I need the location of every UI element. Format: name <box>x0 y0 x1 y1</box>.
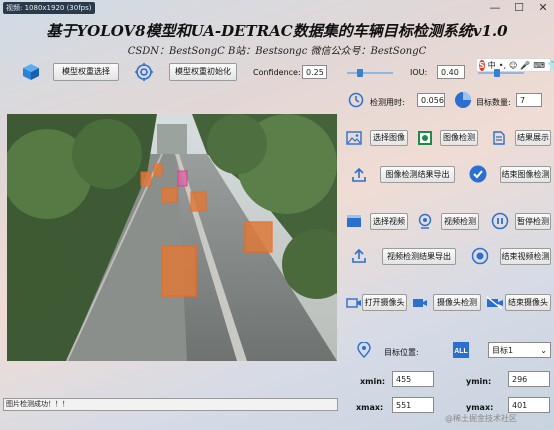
window-header: 视频: 1080x1920 (30fps) — ☐ ✕ <box>0 0 554 16</box>
count-label: 目标数量: <box>476 98 511 107</box>
camera-detect-button[interactable]: 摄像头检测 <box>433 294 481 311</box>
iou-label: IOU: <box>410 68 428 77</box>
ymin-value: 296 <box>508 371 550 387</box>
model-select-button[interactable]: 模型权重选择 <box>53 63 119 81</box>
detection-box <box>244 221 273 253</box>
confidence-slider[interactable] <box>347 69 393 77</box>
pie-chart-icon <box>453 90 473 110</box>
ime-mic-icon[interactable]: 🎤 <box>520 61 530 70</box>
iou-spinbox[interactable]: 0.40 <box>437 65 465 79</box>
ymax-label: ymax: <box>466 403 494 412</box>
check-circle-icon <box>468 164 488 184</box>
chevron-down-icon: ⌄ <box>540 345 547 355</box>
video-file-icon <box>345 213 363 229</box>
svg-text:ALL: ALL <box>454 348 468 355</box>
xmax-value: 551 <box>392 397 434 413</box>
window-controls: — ☐ ✕ <box>488 2 550 14</box>
cube-icon <box>20 61 42 83</box>
close-button[interactable]: ✕ <box>536 2 550 14</box>
pause-icon <box>490 211 510 231</box>
ime-emoji-icon[interactable]: ☺ <box>509 61 517 70</box>
time-value: 0.056 <box>417 93 445 107</box>
ymin-label: ymin: <box>466 377 492 386</box>
count-value: 7 <box>516 93 542 107</box>
settings-icon <box>133 61 155 83</box>
export-icon <box>350 166 368 184</box>
xmin-value: 455 <box>392 371 434 387</box>
ime-punct-icon[interactable]: •, <box>499 61 506 70</box>
stop-video-detect-button[interactable]: 结束视频检测 <box>500 248 551 265</box>
stop-camera-button[interactable]: 结束摄像头 <box>505 294 551 311</box>
app-title: 基于YOLOV8模型和UA-DETRAC数据集的车辆目标检测系统v1.0 <box>46 22 508 40</box>
detection-box <box>190 191 207 212</box>
ime-skin-icon[interactable]: 👕 <box>548 61 554 70</box>
target-select[interactable]: 目标1 ⌄ <box>488 342 551 358</box>
watermark: @稀土掘金技术社区 <box>445 414 517 423</box>
results-icon <box>490 129 508 147</box>
maximize-button[interactable]: ☐ <box>512 2 526 14</box>
location-pin-icon <box>356 341 372 359</box>
clock-icon <box>347 91 365 109</box>
select-image-button[interactable]: 选择图像 <box>370 130 408 146</box>
confidence-slider-handle[interactable] <box>357 69 363 77</box>
sogou-logo-icon: S <box>479 59 485 71</box>
ime-toolbar[interactable]: S 中 •, ☺ 🎤 ⌨ 👕 <box>476 58 554 72</box>
detection-box <box>161 187 178 203</box>
image-detect-icon <box>416 129 434 147</box>
all-icon: ALL <box>452 341 470 359</box>
export-image-results-button[interactable]: 图像检测结果导出 <box>380 166 455 183</box>
target-position-label: 目标位置: <box>384 348 419 357</box>
camera-outline-icon <box>345 295 363 311</box>
image-detect-button[interactable]: 图像检测 <box>440 130 478 146</box>
export-video-results-button[interactable]: 视频检测结果导出 <box>382 248 456 265</box>
iou-slider-handle[interactable] <box>494 69 500 77</box>
xmax-label: xmax: <box>356 403 384 412</box>
target-select-value: 目标1 <box>492 345 514 355</box>
camera-off-icon <box>485 294 505 312</box>
show-results-button[interactable]: 结果展示 <box>515 130 551 146</box>
detection-box <box>153 163 163 177</box>
detection-display <box>7 114 337 361</box>
detection-box <box>140 171 152 187</box>
app-subtitle: CSDN：BestSongC B站：Bestsongc 微信公众号：BestSo… <box>127 46 427 57</box>
stop-circle-icon <box>470 246 490 266</box>
model-init-button[interactable]: 模型权重初始化 <box>169 63 237 81</box>
export-video-icon <box>350 247 368 265</box>
ime-keyboard-icon[interactable]: ⌨ <box>533 61 545 70</box>
xmin-label: xmin: <box>360 377 386 386</box>
detection-box <box>161 245 197 297</box>
camera-solid-icon <box>411 295 429 311</box>
webcam-icon <box>416 212 434 230</box>
ymax-value: 401 <box>508 397 550 413</box>
time-label: 检测用时: <box>370 98 405 107</box>
iou-slider[interactable] <box>478 69 524 77</box>
confidence-spinbox[interactable]: 0.25 <box>302 65 327 79</box>
image-icon <box>345 130 363 146</box>
confidence-label: Confidence: <box>253 68 301 77</box>
stop-image-detect-button[interactable]: 结束图像检测 <box>500 166 551 183</box>
window-title: 视频: 1080x1920 (30fps) <box>3 2 95 14</box>
video-detect-button[interactable]: 视频检测 <box>441 213 479 230</box>
pause-detect-button[interactable]: 暂停检测 <box>515 213 551 230</box>
minimize-button[interactable]: — <box>488 2 502 14</box>
detection-box <box>177 170 188 187</box>
status-bar: 图片检测成功！！！ <box>3 398 338 411</box>
select-video-button[interactable]: 选择视频 <box>370 213 408 230</box>
open-camera-button[interactable]: 打开摄像头 <box>362 294 407 311</box>
